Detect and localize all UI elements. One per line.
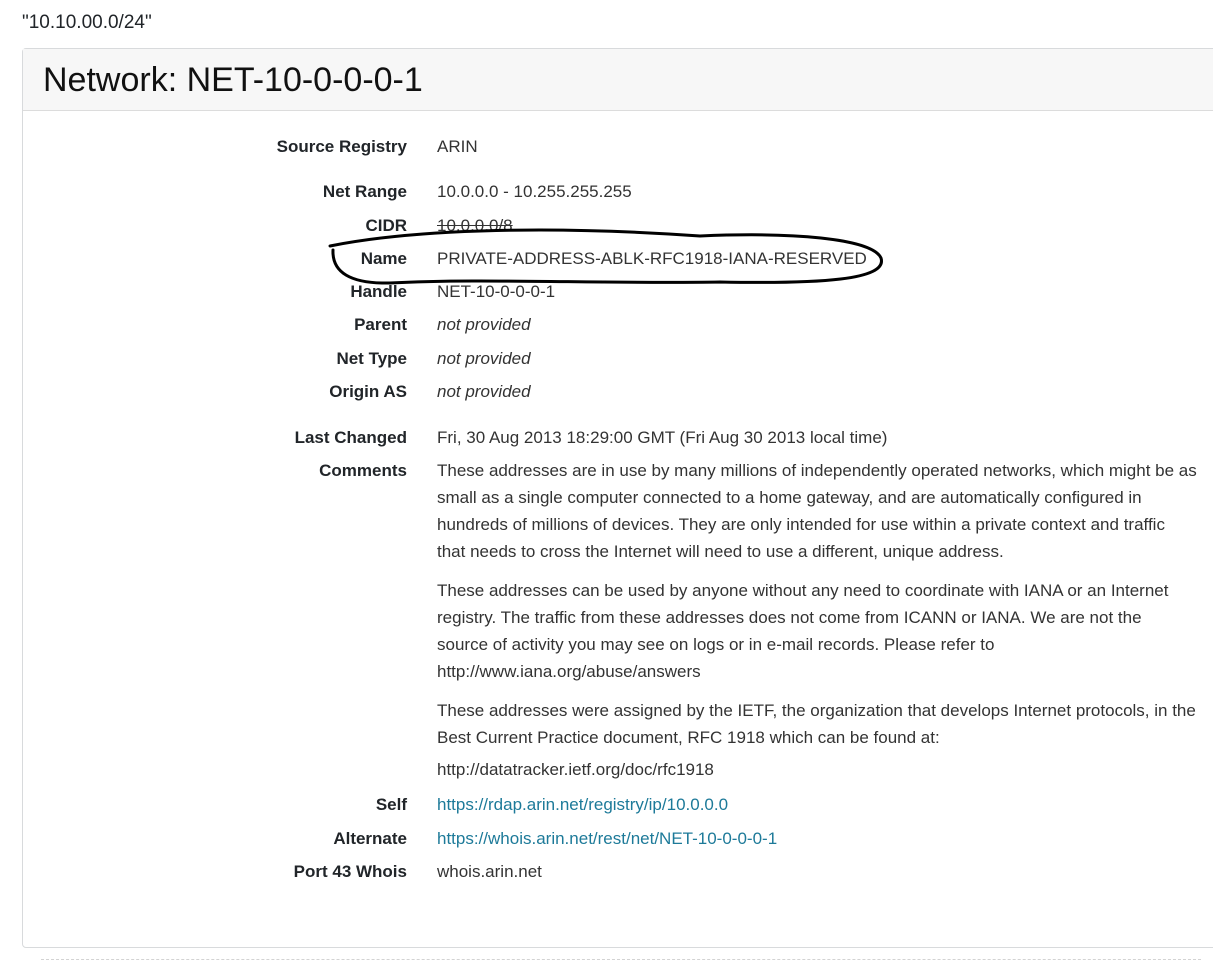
self-link[interactable]: https://rdap.arin.net/registry/ip/10.0.0…	[437, 791, 1197, 818]
field-value: PRIVATE-ADDRESS-ABLK-RFC1918-IANA-RESERV…	[437, 249, 867, 268]
field-label: Net Range	[322, 182, 407, 201]
field-label: Self	[375, 795, 407, 814]
field-label: Net Type	[336, 349, 407, 368]
field-label: Comments	[319, 461, 407, 480]
field-label: Port 43 Whois	[293, 862, 407, 881]
comment-paragraph: These addresses are in use by many milli…	[437, 461, 1197, 561]
field-label: Last Changed	[294, 428, 407, 447]
comment-paragraph: These addresses can be used by anyone wi…	[437, 581, 1169, 681]
field-label: Source Registry	[276, 137, 407, 156]
field-value: not provided	[437, 315, 531, 334]
field-value: 10.0.0.0/8	[437, 216, 513, 235]
field-value: not provided	[437, 349, 531, 368]
field-label: Name	[360, 249, 407, 268]
network-panel: Network: NET-10-0-0-0-1 Source Registry …	[22, 48, 1213, 960]
field-label: Parent	[354, 315, 407, 334]
field-value: 10.0.0.0 - 10.255.255.255	[437, 182, 632, 201]
field-value: not provided	[437, 382, 531, 401]
comments-block: These addresses are in use by many milli…	[437, 457, 1197, 783]
field-label: Handle	[350, 282, 407, 301]
field-label: Origin AS	[329, 382, 407, 401]
query-string: "10.10.00.0/24"	[22, 12, 152, 33]
panel-header: Network: NET-10-0-0-0-1	[23, 49, 1213, 111]
comment-paragraph: These addresses were assigned by the IET…	[437, 701, 1196, 747]
alternate-link[interactable]: https://whois.arin.net/rest/net/NET-10-0…	[437, 825, 1197, 852]
page-title: Network: NET-10-0-0-0-1	[43, 61, 423, 99]
field-value: whois.arin.net	[437, 862, 542, 881]
field-value: NET-10-0-0-0-1	[437, 282, 556, 301]
field-label: Alternate	[333, 829, 407, 848]
field-value: Fri, 30 Aug 2013 18:29:00 GMT (Fri Aug 3…	[437, 428, 888, 447]
comment-paragraph: http://datatracker.ietf.org/doc/rfc1918	[437, 760, 714, 779]
field-label: CIDR	[365, 216, 407, 235]
field-value: ARIN	[437, 137, 478, 156]
